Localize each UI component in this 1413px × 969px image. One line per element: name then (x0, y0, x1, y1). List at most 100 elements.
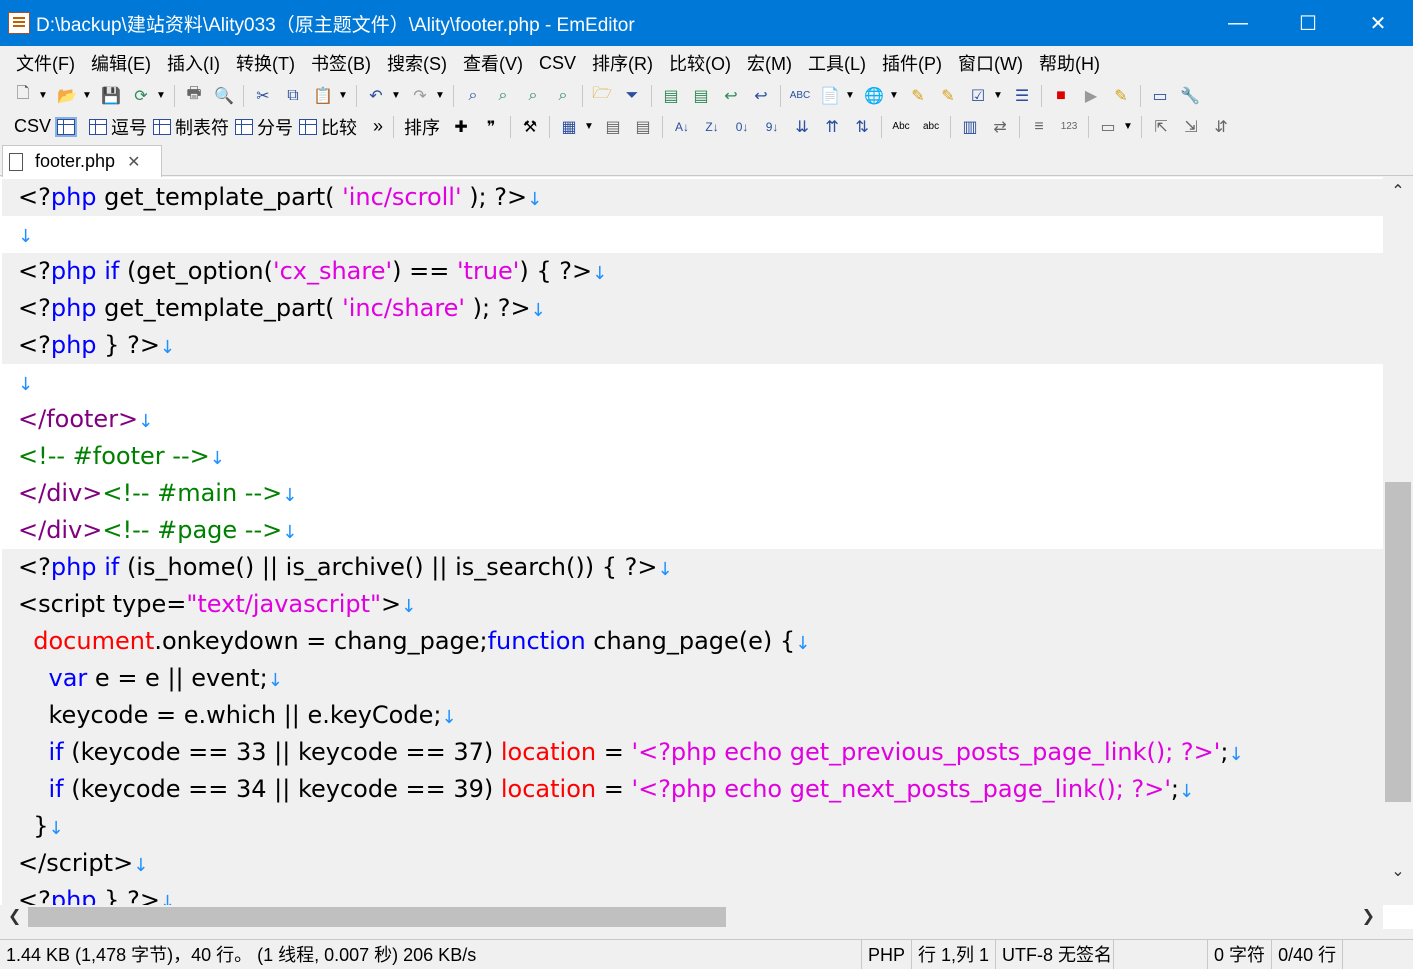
delete-column-icon[interactable]: ⇲ (1179, 115, 1203, 139)
sort-quote-icon[interactable]: ❞ (479, 115, 503, 139)
reload-dropdown-icon[interactable]: ▼ (156, 90, 166, 101)
frozen-column-icon[interactable]: ▭ (1096, 115, 1120, 139)
code-line[interactable]: ↓ (2, 364, 1383, 401)
cut-icon[interactable]: ✂ (251, 84, 275, 108)
replace-icon[interactable]: ⌕ (551, 84, 575, 108)
menu-compare[interactable]: 比较(O) (661, 50, 739, 76)
code-line[interactable]: if (keycode == 33 || keycode == 37) loca… (2, 734, 1383, 771)
editor-pane[interactable]: <?php get_template_part( 'inc/scroll' );… (0, 177, 1413, 929)
checklist-dropdown-icon[interactable]: ▼ (993, 90, 1003, 101)
find-next-icon[interactable]: ⌕ (491, 84, 515, 108)
sort-button[interactable]: 排序 (404, 114, 440, 140)
tab-separated-button[interactable]: 制表符 (175, 114, 229, 140)
wrap-none-icon[interactable]: ▤ (659, 84, 683, 108)
table-view-icon[interactable]: ▤ (601, 115, 625, 139)
close-button[interactable]: ✕ (1343, 0, 1413, 46)
open-folder-icon[interactable]: 📂 (55, 84, 79, 108)
minimize-button[interactable]: — (1203, 0, 1273, 46)
menu-csv[interactable]: CSV (531, 53, 584, 74)
code-line[interactable]: <?php get_template_part( 'inc/scroll' );… (2, 179, 1383, 216)
adjust-column-icon[interactable]: ⇵ (1209, 115, 1233, 139)
sort-long-short-icon[interactable]: ⇈ (820, 115, 844, 139)
paste-icon[interactable]: 📋 (311, 84, 335, 108)
code-line[interactable]: <?php get_template_part( 'inc/share' ); … (2, 290, 1383, 327)
menu-window[interactable]: 窗口(W) (950, 50, 1031, 76)
redo-dropdown-icon[interactable]: ▼ (435, 90, 445, 101)
horizontal-scrollbar[interactable]: ❮ ❯ (0, 905, 1383, 929)
columns-icon[interactable]: ▦ (557, 115, 581, 139)
split-window-icon[interactable]: ▭ (1148, 84, 1172, 108)
code-line[interactable]: <?php if (get_option('cx_share') == 'tru… (2, 253, 1383, 290)
code-line[interactable]: keycode = e.which || e.keyCode;↓ (2, 697, 1383, 734)
menu-view[interactable]: 查看(V) (455, 50, 531, 76)
menu-bookmarks[interactable]: 书签(B) (303, 50, 379, 76)
horizontal-scroll-thumb[interactable] (28, 907, 726, 927)
code-line[interactable]: <!-- #footer -->↓ (2, 438, 1383, 475)
all-configurations-icon[interactable]: ✎ (936, 84, 960, 108)
case-sensitive-icon[interactable]: Abc (889, 115, 913, 139)
compare-button[interactable]: 比较 (321, 114, 357, 140)
tab-close-icon[interactable]: ✕ (127, 152, 140, 172)
macro-edit-icon[interactable]: ✎ (1109, 84, 1133, 108)
scroll-down-icon[interactable]: ⌄ (1383, 861, 1413, 881)
new-dropdown-icon[interactable]: ▼ (38, 90, 48, 101)
wrap-page-icon[interactable]: ↩ (719, 84, 743, 108)
vertical-scroll-thumb[interactable] (1385, 482, 1411, 802)
code-area[interactable]: <?php get_template_part( 'inc/scroll' );… (2, 179, 1383, 907)
reload-icon[interactable]: ⟳ (129, 84, 153, 108)
new-file-icon[interactable]: 🗋 (11, 84, 35, 108)
emeditor-app-icon[interactable] (8, 12, 30, 34)
menu-search[interactable]: 搜索(S) (379, 50, 455, 76)
spell-check-icon[interactable]: ABC (788, 84, 812, 108)
undo-dropdown-icon[interactable]: ▼ (391, 90, 401, 101)
menu-convert[interactable]: 转换(T) (228, 50, 303, 76)
undo-icon[interactable]: ↶ (364, 84, 388, 108)
sort-reverse-icon[interactable]: ⇅ (850, 115, 874, 139)
find-previous-icon[interactable]: ⌕ (521, 84, 545, 108)
columns-dropdown-icon[interactable]: ▼ (584, 121, 594, 132)
semicolon-button[interactable]: 分号 (257, 114, 293, 140)
encoding-icon[interactable]: 🌐 (862, 84, 886, 108)
menu-insert[interactable]: 插入(I) (159, 50, 228, 76)
move-column-icon[interactable]: ⇄ (988, 115, 1012, 139)
menu-tools[interactable]: 工具(L) (800, 50, 874, 76)
code-line[interactable]: </div><!-- #page -->↓ (2, 512, 1383, 549)
vertical-scrollbar[interactable]: ⌃ ⌄ (1383, 177, 1413, 905)
join-columns-icon[interactable]: ▥ (958, 115, 982, 139)
print-preview-icon[interactable]: 🔍 (212, 84, 236, 108)
print-icon[interactable]: 🖶 (182, 84, 206, 108)
code-line[interactable]: <?php } ?>↓ (2, 327, 1383, 364)
code-line[interactable]: </div><!-- #main -->↓ (2, 475, 1383, 512)
sort-0-9-icon[interactable]: 0↓ (730, 115, 754, 139)
checklist-icon[interactable]: ☑ (966, 84, 990, 108)
customize-icon[interactable]: 🔧 (1178, 84, 1202, 108)
status-position[interactable]: 行 1,列 1 (912, 939, 997, 969)
code-line[interactable]: <script type="text/javascript">↓ (2, 586, 1383, 623)
frozen-dropdown-icon[interactable]: ▼ (1123, 121, 1133, 132)
open-dropdown-icon[interactable]: ▼ (82, 90, 92, 101)
menu-sort[interactable]: 排序(R) (584, 50, 661, 76)
outline-icon[interactable]: ☰ (1010, 84, 1034, 108)
scroll-left-icon[interactable]: ❮ (8, 905, 21, 929)
clipboard-list-icon[interactable]: 📄 (818, 84, 842, 108)
tab-footer-php[interactable]: footer.php ✕ (2, 145, 162, 177)
sort-short-long-icon[interactable]: ⇊ (790, 115, 814, 139)
wrap-window-icon[interactable]: ▤ (689, 84, 713, 108)
comma-button[interactable]: 逗号 (111, 114, 147, 140)
macro-run-icon[interactable]: ▶ (1079, 84, 1103, 108)
sort-9-0-icon[interactable]: 9↓ (760, 115, 784, 139)
code-line[interactable]: var e = e || event;↓ (2, 660, 1383, 697)
scroll-right-icon[interactable]: ❯ (1362, 905, 1375, 929)
sort-add-icon[interactable]: ✚ (449, 115, 473, 139)
code-line[interactable]: <?php } ?>↓ (2, 882, 1383, 907)
copy-icon[interactable]: ⧉ (281, 84, 305, 108)
numbered-list-icon[interactable]: ≡ (1027, 115, 1051, 139)
code-line[interactable]: </script>↓ (2, 845, 1383, 882)
status-encoding[interactable]: UTF-8 无签名 (996, 939, 1115, 969)
status-mode[interactable]: PHP (862, 939, 913, 969)
normal-mode-icon[interactable] (55, 116, 78, 137)
configuration-icon[interactable]: ✎ (906, 84, 930, 108)
find-in-files-icon[interactable]: 🗁 (590, 84, 614, 108)
filter-icon[interactable]: ⏷ (620, 84, 644, 108)
wrap-chars-icon[interactable]: ↩ (749, 84, 773, 108)
